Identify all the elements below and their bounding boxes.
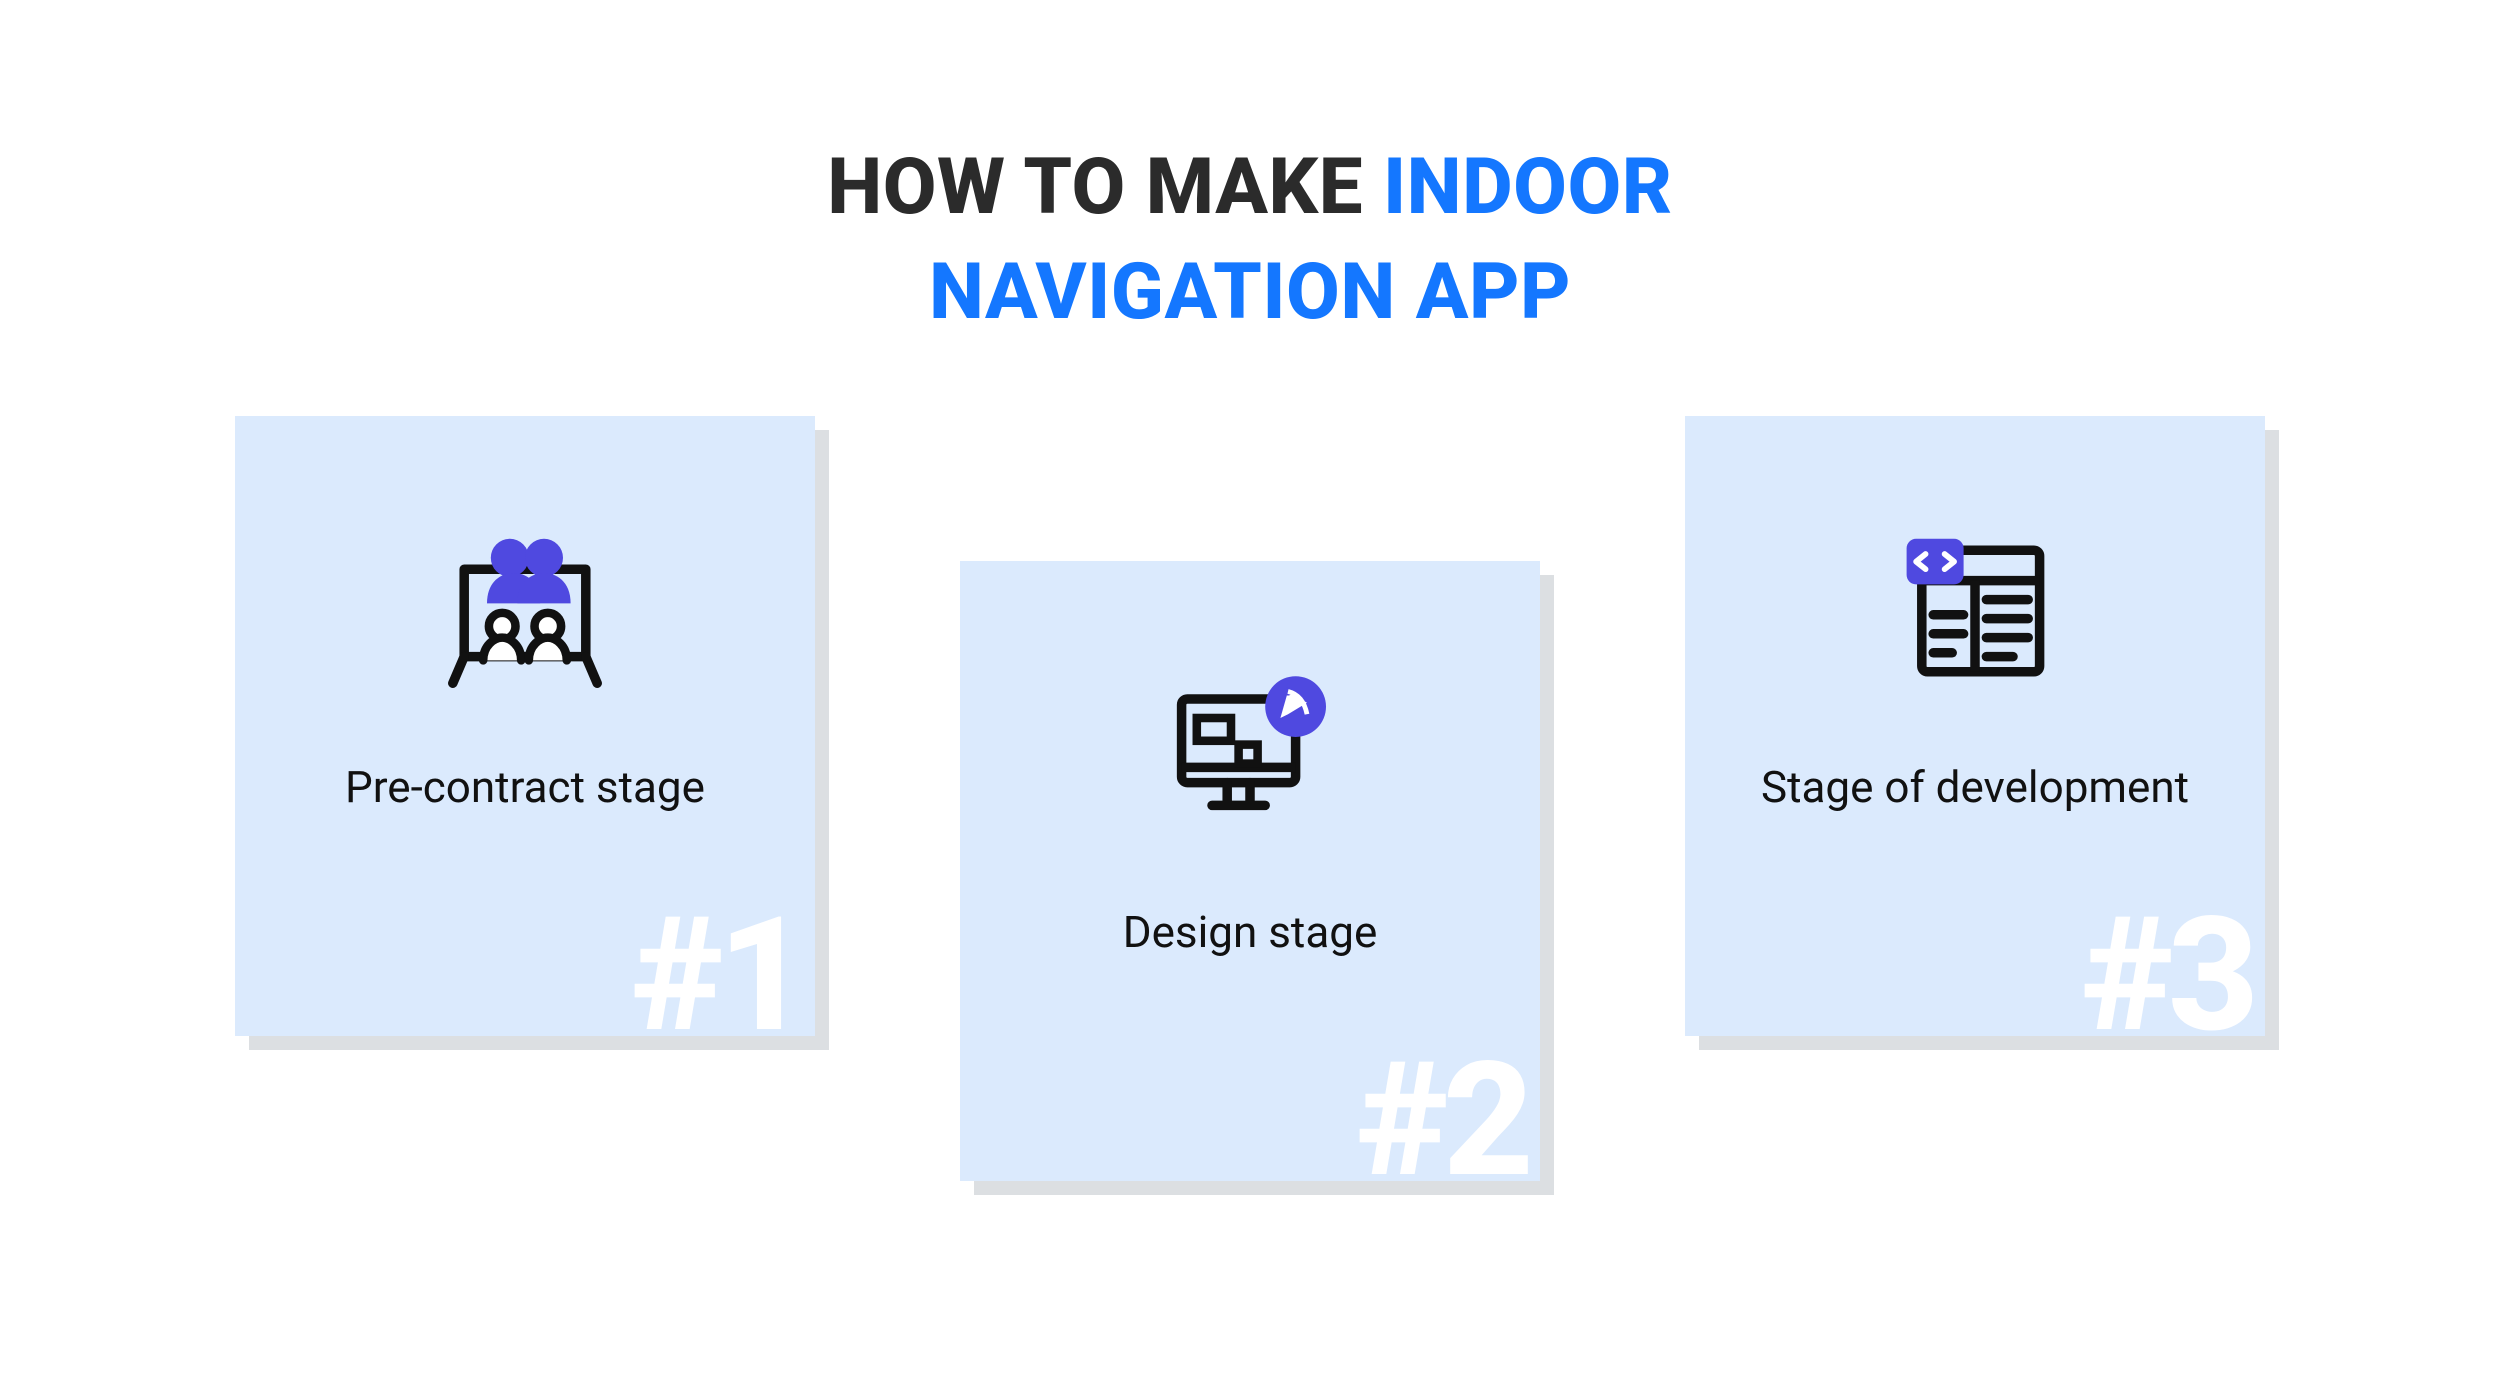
code-window-icon [1880,511,2070,711]
stage-label: Design stage [1123,906,1378,958]
title-part1: HOW TO MAKE [827,142,1363,233]
team-board-icon [430,511,620,711]
stage-card-2: Design stage #2 [960,561,1540,1181]
stage-badge: #3 [2081,896,2253,1036]
stage-card-1: Pre-contract stage #1 [235,416,815,1036]
design-monitor-icon [1155,656,1345,856]
page-title: HOW TO MAKE INDOOR NAVIGATION APP [827,135,1672,346]
stage-badge: #2 [1356,1041,1528,1181]
title-part3: NAVIGATION APP [929,247,1571,338]
stage-label: Stage of development [1761,761,2189,813]
stage-label: Pre-contract stage [345,761,705,813]
stage-badge: #1 [631,896,803,1036]
stage-card-3: Stage of development #3 [1685,416,2265,1036]
stage-cards: Pre-contract stage #1 Design stage #2 [0,416,2500,1181]
title-part2: INDOOR [1383,142,1673,233]
